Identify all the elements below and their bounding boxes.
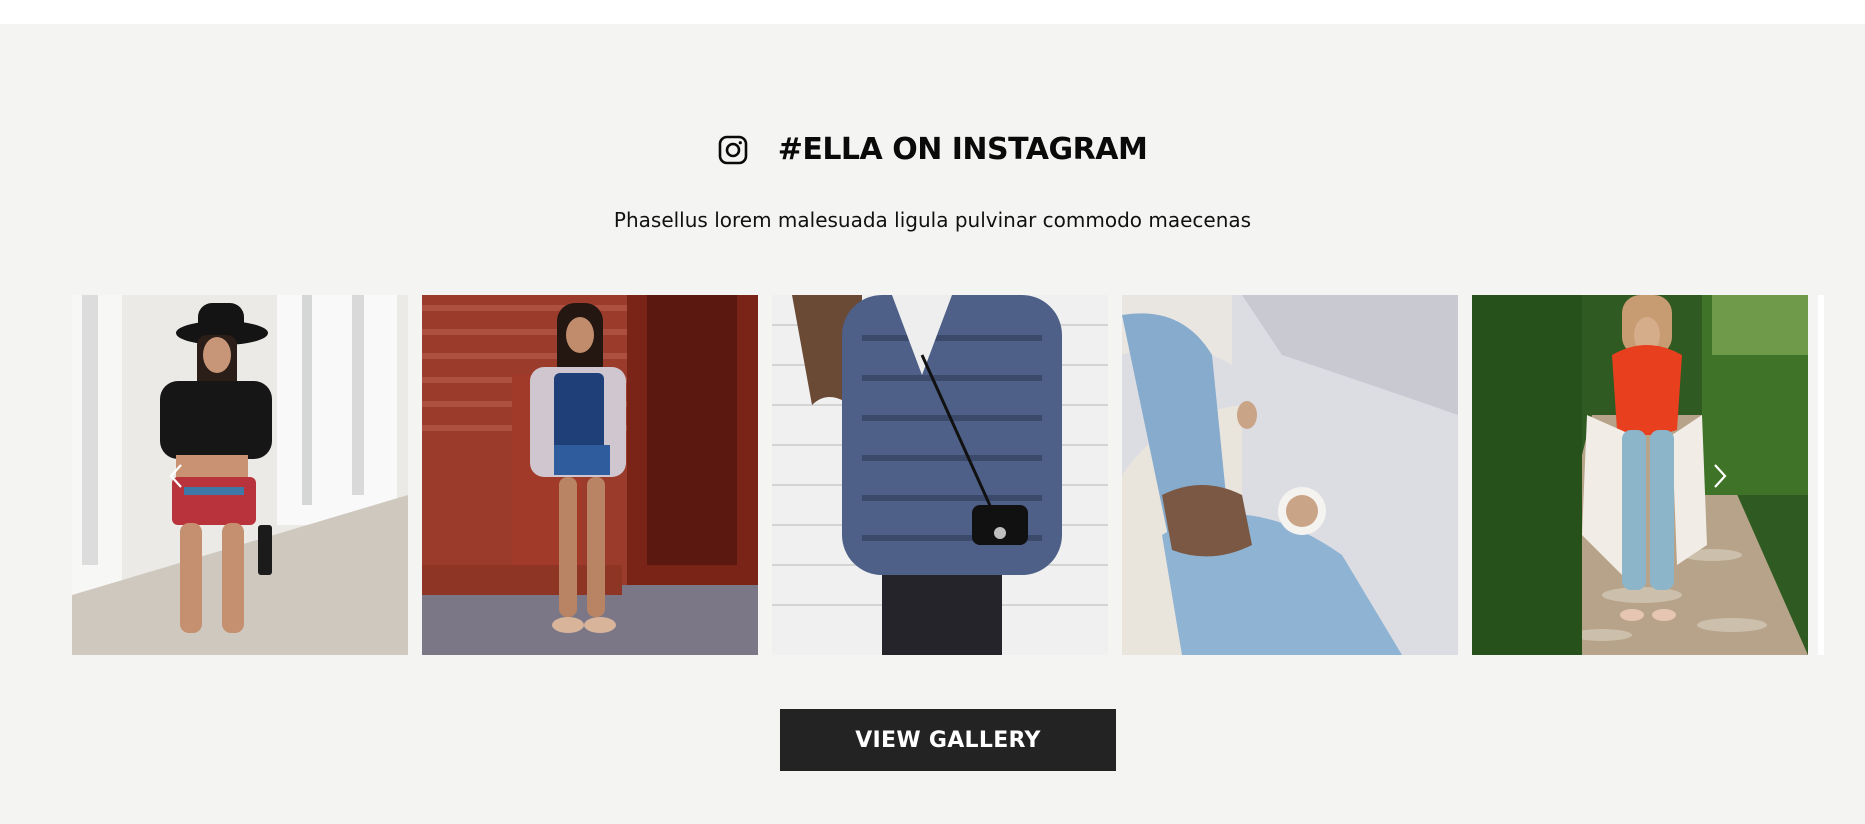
instagram-photo-carousel bbox=[72, 295, 1832, 655]
carousel-prev-button[interactable] bbox=[166, 462, 186, 490]
view-gallery-button[interactable]: VIEW GALLERY bbox=[780, 709, 1116, 771]
instagram-photo-2[interactable] bbox=[422, 295, 758, 655]
instagram-heading: #ELLA ON INSTAGRAM bbox=[0, 132, 1865, 167]
carousel-next-button[interactable] bbox=[1710, 462, 1730, 490]
chevron-left-icon bbox=[169, 464, 182, 488]
instagram-photo-5[interactable] bbox=[1472, 295, 1808, 655]
section-subtitle: Phasellus lorem malesuada ligula pulvina… bbox=[613, 208, 1252, 232]
instagram-photo-4[interactable] bbox=[1122, 295, 1458, 655]
section-title: #ELLA ON INSTAGRAM bbox=[777, 132, 1148, 167]
instagram-icon[interactable] bbox=[718, 135, 748, 165]
instagram-photo-1[interactable] bbox=[72, 295, 408, 655]
instagram-photo-3[interactable] bbox=[772, 295, 1108, 655]
next-photo-peek bbox=[1818, 295, 1824, 655]
chevron-right-icon bbox=[1714, 464, 1727, 488]
